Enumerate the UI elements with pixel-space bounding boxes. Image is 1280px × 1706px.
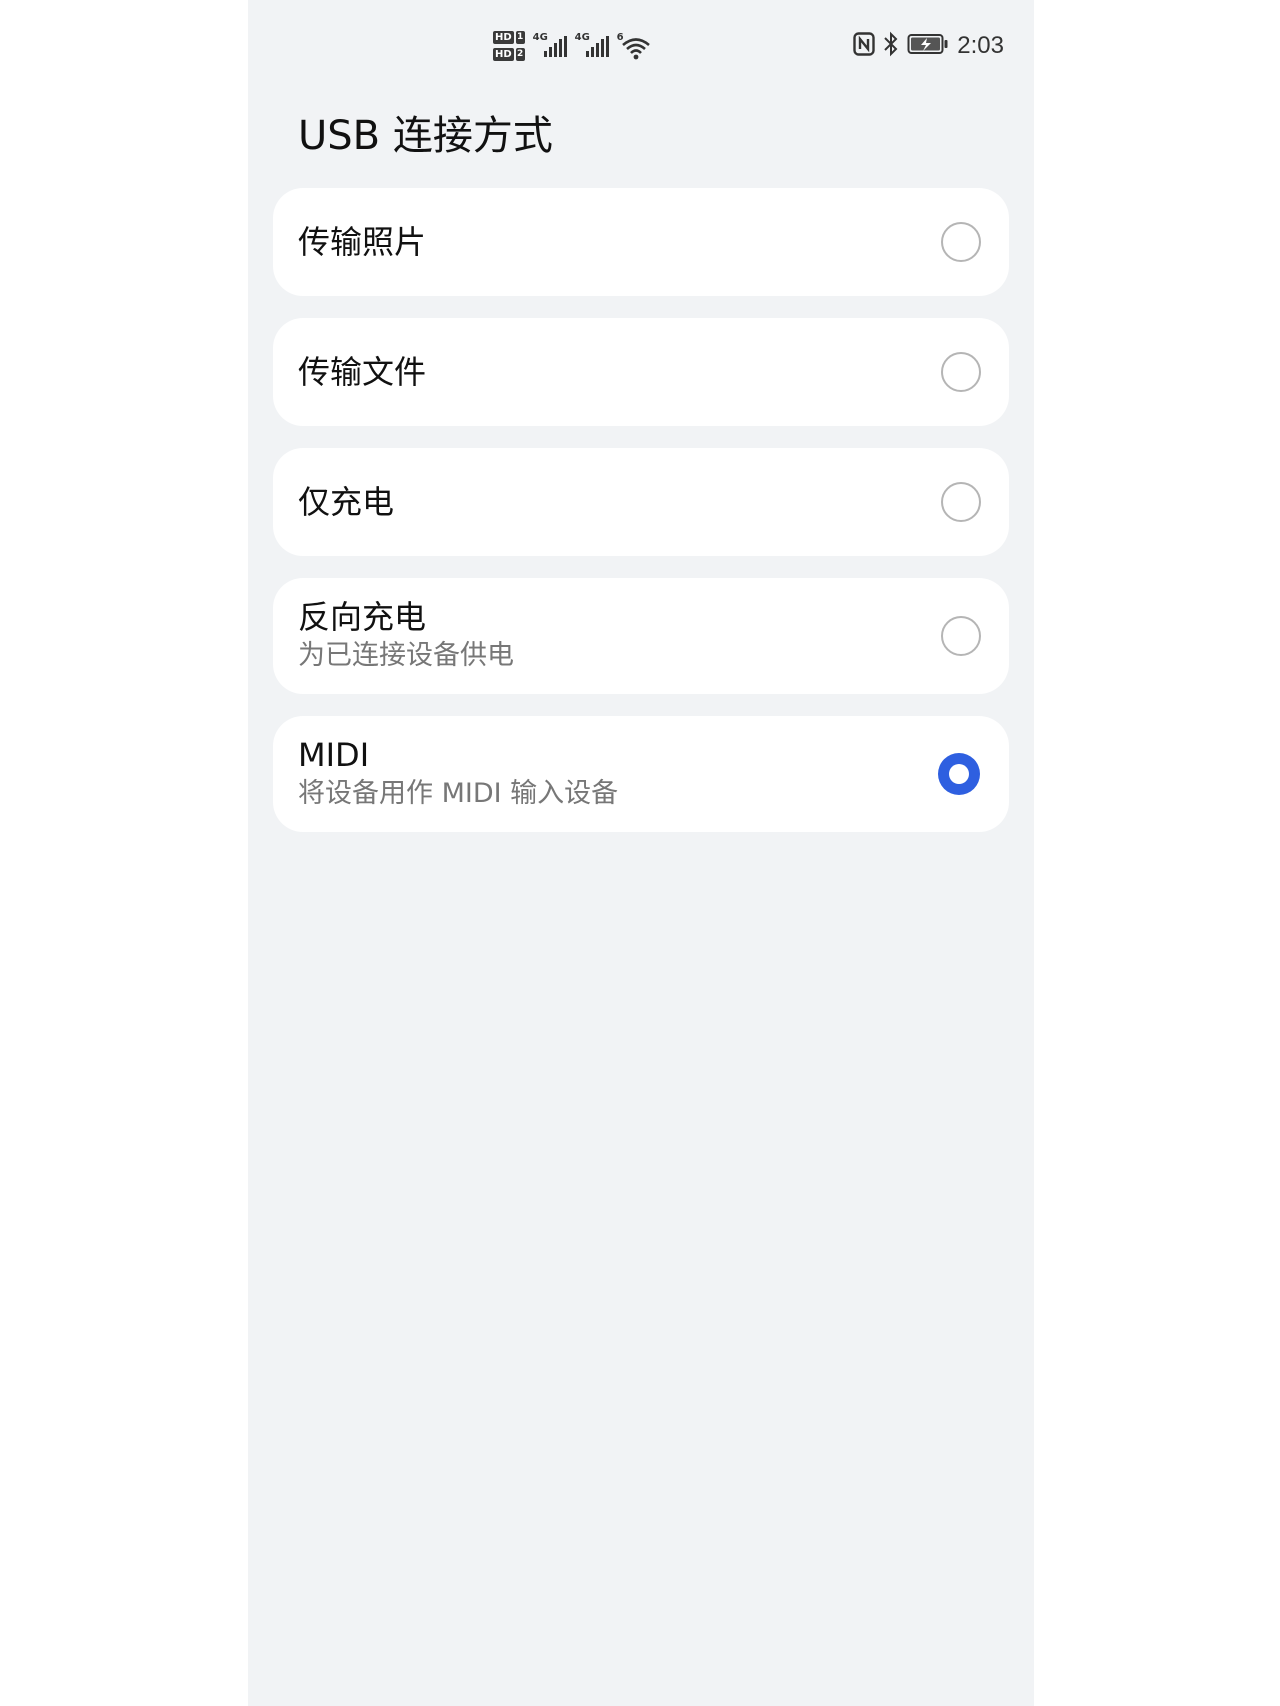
option-reverse-charging[interactable]: 反向充电 为已连接设备供电 — [273, 578, 1009, 694]
option-transfer-files[interactable]: 传输文件 — [273, 318, 1009, 426]
battery-charging-icon — [907, 33, 949, 59]
hd-sim-icon: HD 1 HD 2 — [493, 31, 525, 61]
option-midi[interactable]: MIDI 将设备用作 MIDI 输入设备 — [273, 716, 1009, 832]
option-label: 传输文件 — [298, 353, 427, 391]
option-label: 反向充电 — [298, 598, 427, 636]
option-transfer-photos[interactable]: 传输照片 — [273, 188, 1009, 296]
status-time: 2:03 — [957, 32, 1004, 59]
option-text: MIDI 将设备用作 MIDI 输入设备 — [298, 735, 618, 813]
option-label: 仅充电 — [298, 483, 395, 521]
option-label: MIDI — [298, 736, 370, 774]
hd-label: HD — [493, 48, 514, 61]
status-bar-right: 2:03 — [853, 26, 1004, 66]
radio-button[interactable] — [941, 222, 981, 262]
option-label: 传输照片 — [298, 223, 427, 261]
option-description: 将设备用作 MIDI 输入设备 — [298, 778, 619, 809]
signal-icon: 4G — [533, 32, 567, 60]
option-description: 为已连接设备供电 — [298, 640, 514, 671]
option-text: 传输照片 — [298, 222, 426, 262]
sim-number: 2 — [515, 48, 525, 61]
nfc-icon — [853, 32, 875, 60]
phone-screen: HD 1 HD 2 4G 4G 6 2:03 USB 连接方式 传输照片 传输文… — [248, 0, 1034, 1706]
option-text: 仅充电 — [298, 482, 394, 522]
option-text: 传输文件 — [298, 352, 426, 392]
radio-button[interactable] — [941, 352, 981, 392]
radio-button[interactable] — [941, 482, 981, 522]
hd-label: HD — [493, 31, 514, 44]
radio-button-selected[interactable] — [938, 753, 980, 795]
signal-icon: 4G — [575, 32, 609, 60]
option-charge-only[interactable]: 仅充电 — [273, 448, 1009, 556]
page-title: USB 连接方式 — [298, 113, 553, 159]
option-text: 反向充电 为已连接设备供电 — [298, 597, 514, 675]
radio-button[interactable] — [941, 616, 981, 656]
sim-number: 1 — [515, 31, 525, 44]
status-bar-left: HD 1 HD 2 4G 4G 6 — [493, 26, 651, 66]
bluetooth-icon — [883, 31, 899, 61]
wifi-icon: 6 — [617, 32, 651, 60]
